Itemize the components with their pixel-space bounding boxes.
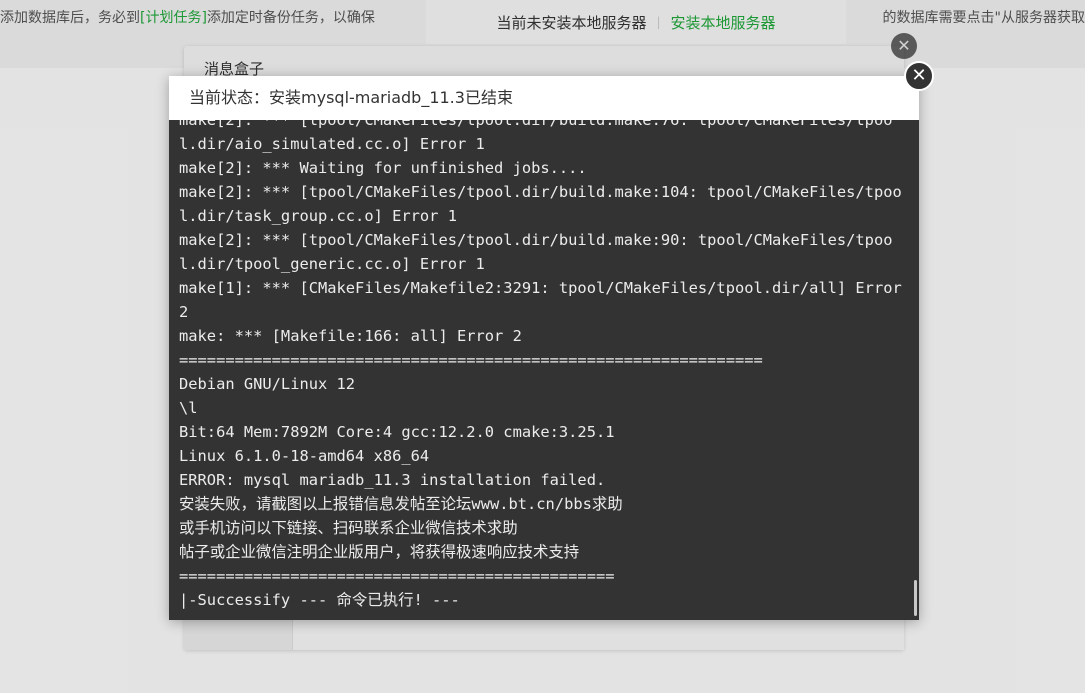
status-value: 安装mysql-mariadb_11.3已结束: [269, 88, 513, 107]
scrollbar-thumb[interactable]: [914, 580, 917, 616]
log-console[interactable]: make[2]: *** [tpool/CMakeFiles/tpool.dir…: [169, 120, 919, 620]
log-output: make[2]: *** [tpool/CMakeFiles/tpool.dir…: [179, 120, 902, 609]
dialog-header: 当前状态：安装mysql-mariadb_11.3已结束: [169, 76, 919, 120]
close-icon: ✕: [911, 65, 927, 86]
status-label: 当前状态：: [189, 88, 270, 107]
dialog-close-button[interactable]: ✕: [904, 61, 934, 91]
install-log-dialog: 当前状态：安装mysql-mariadb_11.3已结束 make[2]: **…: [169, 76, 919, 620]
